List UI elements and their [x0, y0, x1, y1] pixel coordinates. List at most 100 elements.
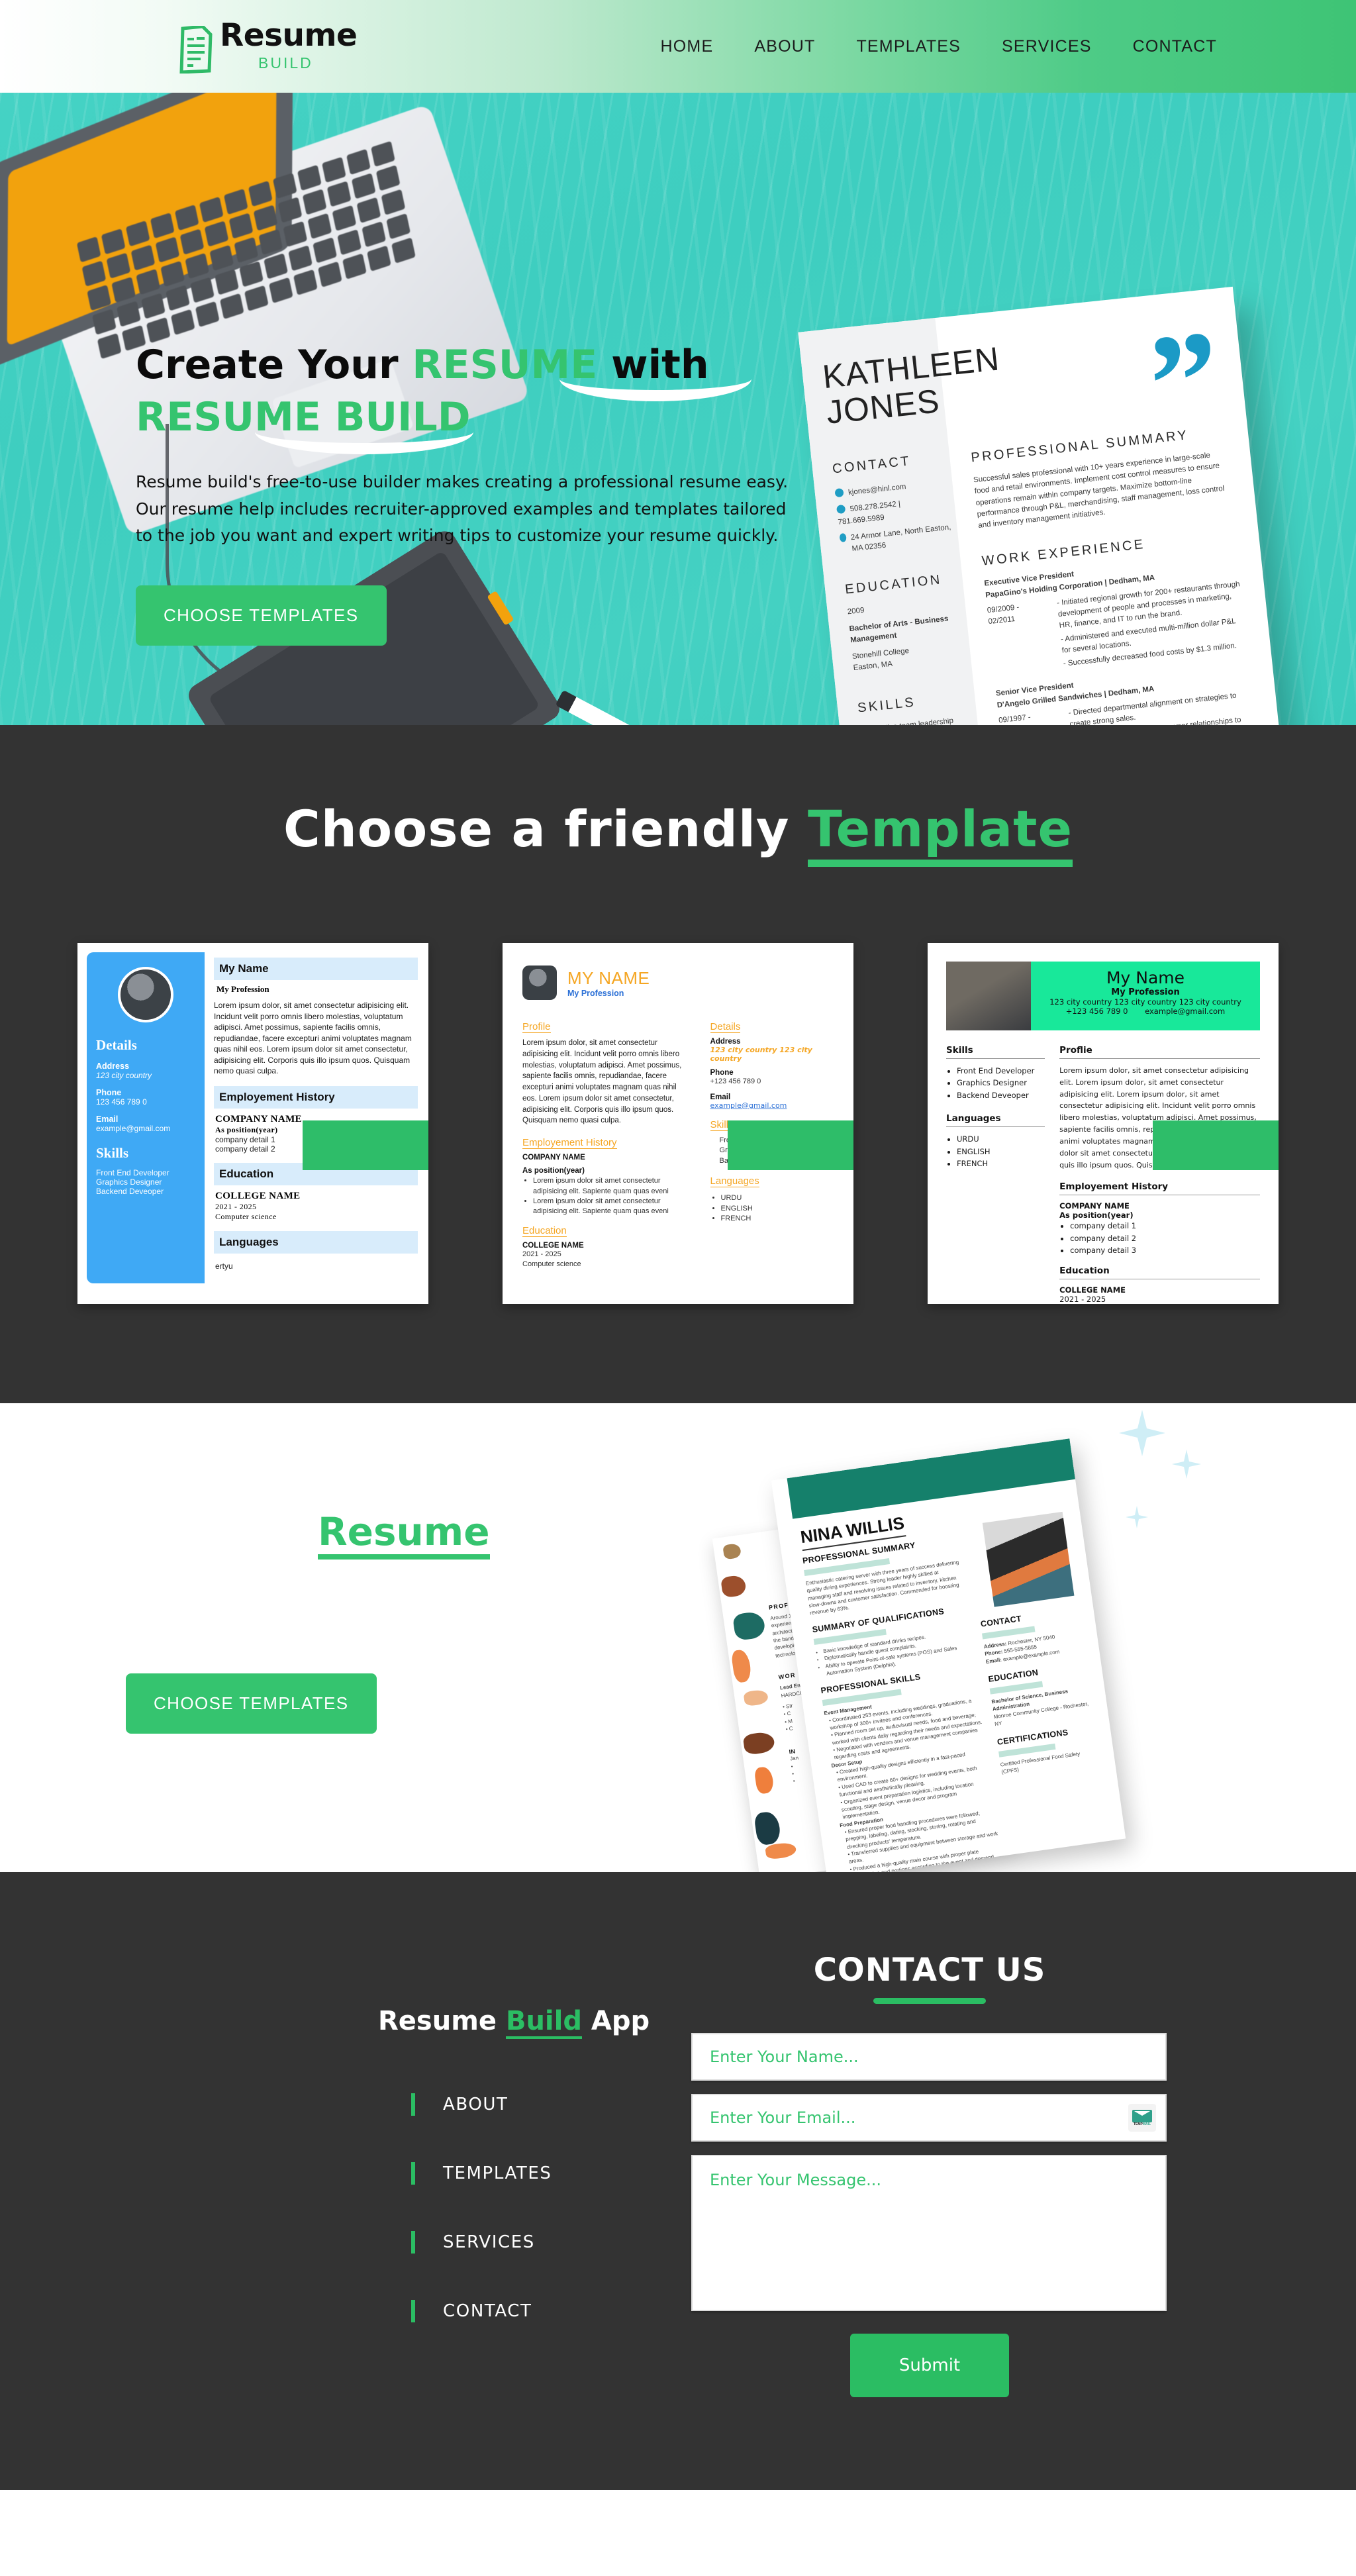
tempmail-icon[interactable]: TEMPMAIL — [1128, 2104, 1156, 2132]
resume-skill-item: · Executive team leadership — [859, 713, 973, 725]
template1-profile-text: Lorem ipsum dolor, sit amet consectetur … — [214, 1001, 412, 1076]
submit-button[interactable]: Submit — [850, 2334, 1009, 2397]
hero-paragraph: Resume build's free-to-use builder makes… — [136, 472, 789, 546]
name-field[interactable]: Enter Your Name... — [691, 2033, 1167, 2081]
nw-skills-groups: Event Management • Coordinated 253 events… — [824, 1688, 1004, 1872]
footer-left: Resume Build App ABOUT TEMPLATES SERVICE… — [188, 1952, 652, 2397]
templates-title-accent: Template — [807, 799, 1073, 867]
template2-address-value: 123 city country 123 city country — [710, 1046, 812, 1063]
title-underline — [873, 1998, 986, 2004]
nw-contact-heading: CONTACT — [980, 1614, 1022, 1629]
template1-email-label: Email — [96, 1115, 119, 1124]
template2-college-years: 2021 - 2025 — [522, 1250, 561, 1258]
templates-section: Choose a friendly Template Details Addre… — [0, 725, 1356, 1403]
email-field[interactable]: Enter Your Email... TEMPMAIL — [691, 2094, 1167, 2142]
template3-bullet: company detail 1 — [1070, 1220, 1260, 1232]
resume-phone: 508.278.2542 | 781.669.5989 — [838, 500, 901, 526]
hero-title-accent2: RESUME BUILD — [136, 394, 471, 441]
template1-skills-list: Front End Developer Graphics Designer Back… — [96, 1168, 195, 1196]
nav-item-templates[interactable]: TEMPLATES — [856, 37, 961, 56]
footer-brand-part2: App — [581, 2006, 650, 2036]
template1-name: My Name — [214, 958, 418, 980]
template3-profile-heading: Proflie — [1059, 1045, 1260, 1059]
template3-phone: +123 456 789 0 — [1065, 1007, 1128, 1016]
template2-bullet: Lorem ipsum dolor sit amet consectetur a… — [533, 1197, 693, 1217]
footer-nav-contact[interactable]: CONTACT — [249, 2300, 652, 2322]
template3-employment-heading: Employement History — [1059, 1181, 1260, 1196]
template2-bullet: Lorem ipsum dolor sit amet consectetur a… — [533, 1176, 693, 1197]
template3-address: 123 city country 123 city country 123 ci… — [1049, 997, 1241, 1007]
template1-address-value: 123 city country — [96, 1071, 152, 1080]
templates-title-plain: Choose a friendly — [283, 799, 808, 858]
template2-email-value[interactable]: example@gmail.com — [710, 1101, 834, 1110]
template1-details-heading: Details — [96, 1037, 137, 1053]
template3-skill-item: Graphics Designer — [957, 1077, 1045, 1089]
template2-college-major: Computer science — [522, 1260, 581, 1269]
template1-green-accent — [303, 1120, 428, 1170]
template3-company-name: COMPANY NAME — [1059, 1201, 1130, 1211]
template3-skills-heading: Skills — [946, 1045, 1045, 1059]
footer-nav-templates[interactable]: TEMPLATES — [249, 2162, 652, 2185]
template-card-1[interactable]: Details Address 123 city country Phone 1… — [77, 943, 428, 1304]
footer-nav-contact-label: CONTACT — [443, 2301, 532, 2321]
template2-college-name: COLLEGE NAME — [522, 1241, 584, 1250]
document-icon — [179, 26, 213, 74]
template3-college-name: COLLEGE NAME — [1059, 1285, 1126, 1295]
template2-name: MY NAME — [567, 967, 650, 988]
footer-nav-about[interactable]: ABOUT — [249, 2093, 652, 2116]
template3-college-years: 2021 - 2025 — [1059, 1295, 1106, 1304]
template3-language-item: URDU — [957, 1133, 1045, 1145]
resume-choose-templates-button[interactable]: CHOOSE TEMPLATES — [126, 1673, 377, 1734]
template1-skill-item: Backend Deveoper — [96, 1187, 164, 1196]
logo-subtitle: BUILD — [258, 54, 313, 72]
contact-form: CONTACT US Enter Your Name... Enter Your… — [691, 1952, 1168, 2397]
template1-profession: My Profession — [217, 984, 269, 994]
sparkle-icon — [1119, 1410, 1165, 1456]
nw-education-heading: EDUCATION — [987, 1667, 1040, 1684]
template2-green-accent — [728, 1120, 853, 1170]
template1-address-label: Address — [96, 1062, 130, 1071]
template2-address-label: Address — [710, 1038, 741, 1046]
nav-item-home[interactable]: HOME — [661, 37, 714, 56]
template3-language-item: FRENCH — [957, 1158, 1045, 1169]
template2-language-item: ENGLISH — [721, 1204, 834, 1214]
choose-templates-button[interactable]: CHOOSE TEMPLATES — [136, 585, 387, 646]
resume-skills-list: · Executive team leadership· Budgeting a… — [859, 713, 981, 725]
footer-brand: Resume Build App — [249, 2006, 652, 2039]
template3-name: My Name — [1106, 968, 1185, 987]
logo[interactable]: Resume BUILD — [179, 17, 358, 74]
template2-languages-list: URDUENGLISHFRENCH — [721, 1193, 834, 1224]
email-placeholder: Enter Your Email... — [710, 2108, 856, 2127]
template3-skill-item: Backend Deveoper — [957, 1089, 1045, 1101]
logo-title: Resume — [220, 17, 358, 54]
template2-email-label: Email — [710, 1093, 731, 1101]
template3-profession: My Profession — [1111, 987, 1180, 997]
hero-section: Create Your RESUME with RESUME BUILD Res… — [0, 93, 1356, 725]
template1-college-major: Computer science — [215, 1211, 277, 1221]
template1-email-value: example@gmail.com — [96, 1124, 171, 1133]
nav-item-contact[interactable]: CONTACT — [1133, 37, 1217, 56]
nav-item-about[interactable]: ABOUT — [754, 37, 815, 56]
template2-language-item: FRENCH — [721, 1214, 834, 1224]
template3-bullet: company detail 2 — [1070, 1232, 1260, 1244]
template1-languages-value: ertyu — [215, 1261, 233, 1271]
template1-languages-heading: Languages — [214, 1230, 418, 1254]
template1-sidebar: Details Address 123 city country Phone 1… — [87, 952, 205, 1283]
hero-title-part2: with — [597, 342, 709, 388]
template2-languages-heading: Languages — [710, 1175, 759, 1188]
resume-jobs-list: Executive Vice President PapaGino's Holdi… — [984, 552, 1259, 725]
resume-section-title: Resume — [318, 1509, 490, 1560]
avatar — [522, 966, 557, 1000]
template-card-2[interactable]: MY NAME My Profession Profile Lorem ipsu… — [503, 943, 853, 1304]
hero-resume-preview: KATHLEEN JONES ” CONTACT kjones@hinl.com… — [798, 286, 1292, 725]
template3-bullet: company detail 3 — [1070, 1244, 1260, 1256]
message-field[interactable]: Enter Your Message... — [691, 2155, 1167, 2311]
bar-icon — [411, 2093, 415, 2116]
template-card-3[interactable]: My Name My Profession 123 city country 1… — [928, 943, 1279, 1304]
nav-item-services[interactable]: SERVICES — [1002, 37, 1092, 56]
template2-profile-heading: Profile — [522, 1021, 551, 1033]
resume-email: kjones@hinl.com — [848, 483, 907, 497]
email-icon — [834, 488, 844, 498]
template1-college-years: 2021 - 2025 — [215, 1201, 257, 1211]
footer-nav-services[interactable]: SERVICES — [249, 2231, 652, 2254]
